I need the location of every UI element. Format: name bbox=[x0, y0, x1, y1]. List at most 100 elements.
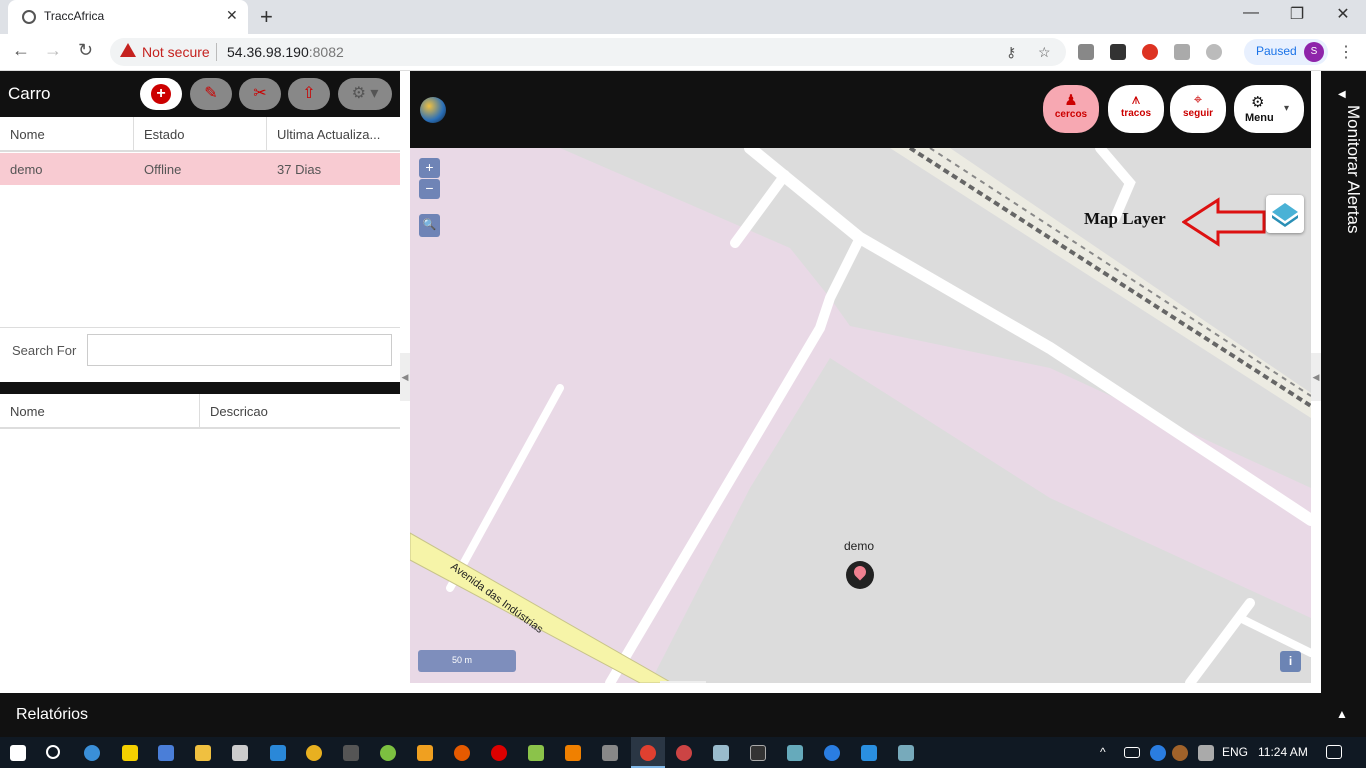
map-layer-button[interactable] bbox=[1266, 195, 1304, 233]
edit-device-button[interactable]: ✎ bbox=[190, 78, 232, 110]
address-bar[interactable]: Not secure 54.36.98.190:8082 ⚷ ☆ bbox=[110, 38, 1066, 66]
bluetooth-tray-icon[interactable] bbox=[1150, 745, 1166, 761]
marker-label: demo bbox=[844, 539, 875, 553]
tray-chevron-up-icon[interactable]: ^ bbox=[1100, 745, 1106, 759]
browser-tab[interactable]: TraccAfrica ✕ bbox=[8, 0, 248, 34]
app-icon[interactable] bbox=[787, 745, 803, 761]
bookmark-star-icon[interactable]: ☆ bbox=[1038, 44, 1051, 61]
info-button[interactable]: i bbox=[1280, 651, 1301, 672]
collapse-left-panel-handle[interactable]: ◀ bbox=[400, 353, 410, 401]
vscode-icon[interactable] bbox=[861, 745, 877, 761]
reports-bar[interactable]: Relatórios ▲ bbox=[0, 693, 1366, 737]
alerts-panel[interactable]: ◀ Monitorar Alertas bbox=[1321, 71, 1366, 693]
terminal-icon[interactable] bbox=[750, 745, 766, 761]
security-indicator[interactable]: Not secure bbox=[142, 44, 210, 60]
device-settings-button[interactable]: ⚙ ▾ bbox=[338, 78, 392, 110]
app-icon[interactable] bbox=[380, 745, 396, 761]
site-favicon-icon bbox=[22, 10, 36, 24]
globe-logo-icon bbox=[420, 97, 446, 123]
extension-gray-icon[interactable] bbox=[1206, 44, 1222, 60]
url-text[interactable]: 54.36.98.190:8082 bbox=[227, 44, 344, 60]
app-icon[interactable] bbox=[270, 745, 286, 761]
bluetooth-icon[interactable] bbox=[824, 745, 840, 761]
media-player-icon[interactable] bbox=[417, 745, 433, 761]
map-search-button[interactable]: 🔍 bbox=[419, 214, 440, 237]
panel-title: Carro bbox=[8, 84, 51, 103]
menu-button[interactable]: ⚙ Menu ▾ bbox=[1234, 85, 1304, 133]
search-input[interactable] bbox=[87, 334, 392, 366]
button-label: cercos bbox=[1054, 109, 1088, 120]
upload-button[interactable]: ⇧ bbox=[288, 78, 330, 110]
new-tab-button[interactable]: + bbox=[260, 4, 273, 30]
android-icon[interactable] bbox=[528, 745, 544, 761]
zoom-out-button[interactable]: − bbox=[419, 179, 440, 199]
expand-arrow-icon[interactable]: ◀ bbox=[1338, 89, 1346, 100]
reload-button[interactable]: ↻ bbox=[78, 40, 93, 61]
tray-app-icon[interactable] bbox=[1172, 745, 1188, 761]
map-canvas[interactable]: Avenida das Indústrias bbox=[410, 148, 1311, 683]
tools-icon[interactable] bbox=[232, 745, 248, 761]
zoom-in-button[interactable]: + bbox=[419, 158, 440, 178]
app-icon[interactable] bbox=[158, 745, 174, 761]
add-device-button[interactable]: + bbox=[140, 78, 182, 110]
search-icon[interactable] bbox=[46, 745, 60, 759]
remove-device-button[interactable]: ✂ bbox=[239, 78, 281, 110]
app-icon[interactable] bbox=[602, 745, 618, 761]
forward-button[interactable]: → bbox=[44, 40, 62, 61]
warning-icon bbox=[120, 43, 136, 57]
language-indicator[interactable]: ENG bbox=[1222, 745, 1248, 759]
tab-close-icon[interactable]: ✕ bbox=[226, 7, 238, 24]
app-icon[interactable] bbox=[676, 745, 692, 761]
network-icon[interactable] bbox=[1198, 745, 1214, 761]
opera-icon[interactable] bbox=[491, 745, 507, 761]
extension-angular-icon[interactable] bbox=[1078, 44, 1094, 60]
extension-v-icon[interactable] bbox=[1174, 44, 1190, 60]
avatar: S bbox=[1304, 42, 1324, 62]
column-header-nome[interactable]: Nome bbox=[0, 117, 134, 151]
back-button[interactable]: ← bbox=[12, 40, 30, 61]
table-row[interactable]: demo Offline 37 Dias bbox=[0, 153, 400, 185]
column-header-estado[interactable]: Estado bbox=[134, 117, 267, 151]
app-icon[interactable] bbox=[713, 745, 729, 761]
cercos-button[interactable]: ♟ cercos bbox=[1043, 85, 1099, 133]
road-icon: ⩚ bbox=[1131, 91, 1141, 108]
alerts-panel-title: Monitorar Alertas bbox=[1344, 105, 1363, 234]
file-explorer-icon[interactable] bbox=[195, 745, 211, 761]
collapse-right-panel-handle[interactable]: ◀ bbox=[1311, 353, 1321, 401]
os-taskbar: ^ ENG 11:24 AM bbox=[0, 737, 1366, 768]
app-icon[interactable] bbox=[898, 745, 914, 761]
upload-icon: ⇧ bbox=[302, 85, 316, 102]
chrome-taskbar-item[interactable] bbox=[631, 737, 665, 768]
splitter-bar[interactable] bbox=[0, 382, 400, 394]
app-icon[interactable] bbox=[306, 745, 322, 761]
close-window-button[interactable]: ✕ bbox=[1320, 4, 1366, 24]
windows-start-icon[interactable] bbox=[10, 745, 26, 761]
profile-button[interactable]: Paused S bbox=[1244, 39, 1328, 65]
clock[interactable]: 11:24 AM bbox=[1258, 745, 1308, 759]
battery-icon[interactable] bbox=[1124, 747, 1140, 758]
browser-menu-icon[interactable]: ⋮ bbox=[1338, 42, 1354, 62]
restore-button[interactable]: ❐ bbox=[1274, 4, 1320, 24]
chevron-down-icon: ▾ bbox=[1284, 103, 1290, 114]
firefox-icon[interactable] bbox=[454, 745, 470, 761]
chevron-up-icon[interactable]: ▲ bbox=[1336, 707, 1348, 721]
extension-icon[interactable] bbox=[1110, 44, 1126, 60]
seguir-button[interactable]: ⌖ seguir bbox=[1170, 85, 1226, 133]
key-icon[interactable]: ⚷ bbox=[1006, 44, 1016, 61]
expand-bottom-handle[interactable]: ▲ bbox=[660, 681, 706, 683]
notifications-icon[interactable] bbox=[1326, 745, 1342, 759]
column-header-ultima[interactable]: Ultima Actualiza... bbox=[267, 117, 400, 151]
browser-tab-bar: TraccAfrica ✕ + — ❐ ✕ bbox=[0, 0, 1366, 34]
extension-red-icon[interactable] bbox=[1142, 44, 1158, 60]
column-header-nome-lower[interactable]: Nome bbox=[0, 394, 200, 428]
device-marker[interactable] bbox=[846, 561, 874, 589]
sticky-notes-icon[interactable] bbox=[122, 745, 138, 761]
ie-icon[interactable] bbox=[84, 745, 100, 761]
minimize-button[interactable]: — bbox=[1228, 4, 1274, 22]
tracos-button[interactable]: ⩚ tracos bbox=[1108, 85, 1164, 133]
column-header-descricao[interactable]: Descricao bbox=[200, 394, 400, 428]
vlc-icon[interactable] bbox=[565, 745, 581, 761]
map-pin-icon bbox=[851, 563, 869, 581]
scale-bar: 50 m bbox=[418, 650, 516, 672]
app-icon[interactable] bbox=[343, 745, 359, 761]
